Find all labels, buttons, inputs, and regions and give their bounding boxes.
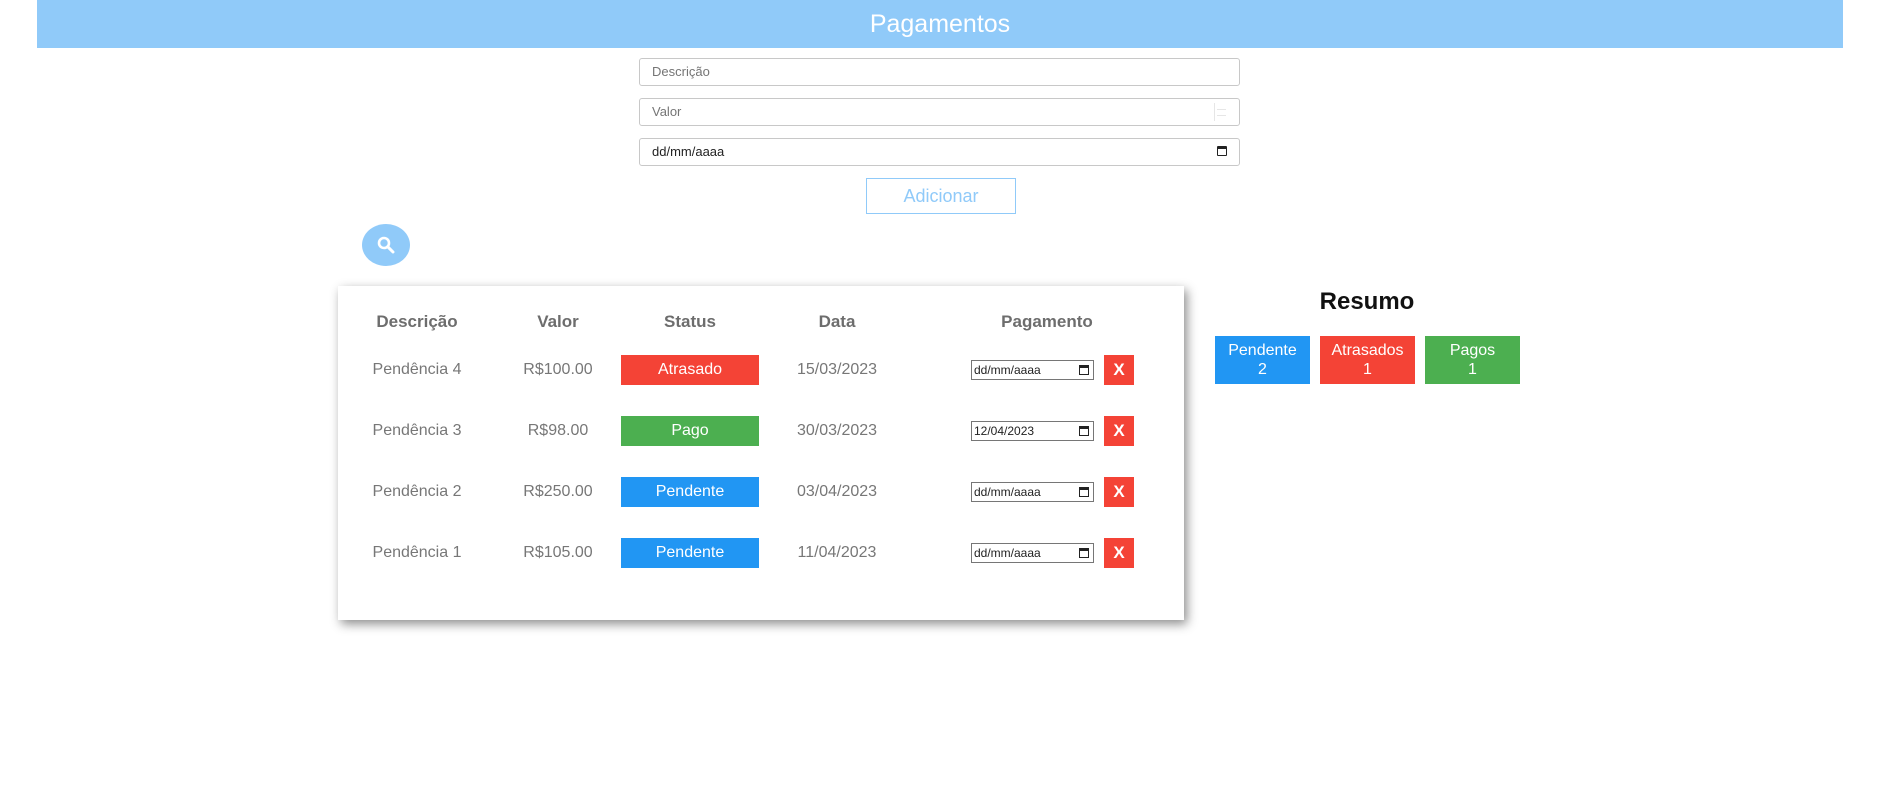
pagamento-date-input[interactable]: dd/mm/aaaa: [971, 482, 1094, 502]
delete-button[interactable]: X: [1104, 477, 1134, 507]
data-placeholder: dd/mm/aaaa: [652, 144, 725, 159]
row-valor: R$105.00: [523, 544, 593, 561]
descricao-placeholder: Descrição: [652, 64, 710, 79]
descricao-input[interactable]: Descrição: [639, 58, 1240, 86]
summary-label: Pendente: [1228, 342, 1297, 359]
search-button[interactable]: [362, 224, 410, 266]
status-badge: Pendente: [621, 538, 759, 568]
summary-pagos: Pagos 1: [1425, 336, 1520, 384]
delete-button[interactable]: X: [1104, 355, 1134, 385]
calendar-icon[interactable]: [1217, 146, 1227, 156]
header-valor: Valor: [537, 312, 579, 331]
row-data: 30/03/2023: [796, 422, 878, 439]
table-row: Pendência 4 R$100.00 Atrasado 15/03/2023…: [338, 355, 1184, 385]
pagamento-value: 12/04/2023: [974, 424, 1035, 438]
summary-count: 2: [1258, 361, 1267, 378]
table-row: Pendência 2 R$250.00 Pendente 03/04/2023…: [338, 477, 1184, 507]
table-row: Pendência 3 R$98.00 Pago 30/03/2023 12/0…: [338, 416, 1184, 446]
pagamento-value: dd/mm/aaaa: [974, 363, 1041, 377]
summary-atrasados: Atrasados 1: [1320, 336, 1415, 384]
status-badge: Pendente: [621, 477, 759, 507]
number-spinner[interactable]: [1214, 103, 1227, 121]
calendar-icon[interactable]: [1079, 365, 1089, 375]
status-badge: Atrasado: [621, 355, 759, 385]
valor-input[interactable]: Valor: [639, 98, 1240, 126]
pagamento-value: dd/mm/aaaa: [974, 485, 1041, 499]
pagamento-value: dd/mm/aaaa: [974, 546, 1041, 560]
pagamento-date-input[interactable]: dd/mm/aaaa: [971, 543, 1094, 563]
summary-label: Atrasados: [1331, 342, 1404, 359]
summary-label: Pagos: [1449, 342, 1496, 359]
status-badge: Pago: [621, 416, 759, 446]
delete-button[interactable]: X: [1104, 416, 1134, 446]
summary-count: 1: [1468, 361, 1477, 378]
summary-count: 1: [1363, 361, 1372, 378]
search-icon: [377, 236, 395, 254]
header-pagamento: Pagamento: [1001, 312, 1093, 331]
page-header: Pagamentos: [37, 0, 1843, 48]
valor-placeholder: Valor: [652, 104, 682, 119]
row-descricao: Pendência 1: [372, 544, 462, 561]
calendar-icon[interactable]: [1079, 548, 1089, 558]
header-data: Data: [818, 312, 856, 331]
adicionar-button[interactable]: Adicionar: [866, 178, 1016, 214]
data-input[interactable]: dd/mm/aaaa: [639, 138, 1240, 166]
row-valor: R$250.00: [523, 483, 593, 500]
row-descricao: Pendência 4: [372, 361, 462, 378]
row-valor: R$98.00: [527, 422, 589, 439]
row-data: 15/03/2023: [796, 361, 878, 378]
table-row: Pendência 1 R$105.00 Pendente 11/04/2023…: [338, 538, 1184, 568]
row-data: 03/04/2023: [796, 483, 878, 500]
payments-table-card: Descrição Valor Status Data Pagamento Pe…: [338, 286, 1184, 620]
header-descricao: Descrição: [376, 312, 458, 331]
calendar-icon[interactable]: [1079, 487, 1089, 497]
delete-button[interactable]: X: [1104, 538, 1134, 568]
pagamento-date-input[interactable]: 12/04/2023: [971, 421, 1094, 441]
resumo-title: Resumo: [1319, 288, 1415, 315]
summary-pendente: Pendente 2: [1215, 336, 1310, 384]
row-valor: R$100.00: [523, 361, 593, 378]
page-title: Pagamentos: [869, 10, 1011, 38]
calendar-icon[interactable]: [1079, 426, 1089, 436]
pagamento-date-input[interactable]: dd/mm/aaaa: [971, 360, 1094, 380]
row-data: 11/04/2023: [797, 544, 877, 561]
row-descricao: Pendência 2: [372, 483, 462, 500]
header-status: Status: [664, 312, 716, 331]
row-descricao: Pendência 3: [372, 422, 462, 439]
